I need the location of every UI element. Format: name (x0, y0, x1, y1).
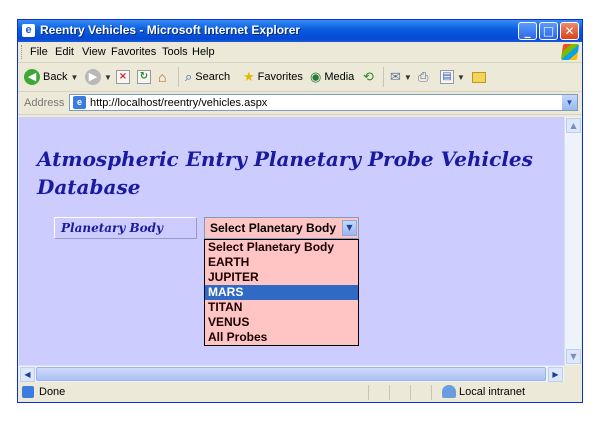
menu-file[interactable]: File (30, 46, 48, 58)
maximize-button[interactable]: □ (539, 22, 558, 40)
search-icon: ⌕ (185, 69, 193, 84)
star-icon: ★ (243, 69, 255, 84)
back-dropdown-icon[interactable]: ▼ (70, 73, 78, 82)
messenger-button[interactable] (472, 68, 486, 86)
search-label: Search (195, 71, 231, 83)
option-mars[interactable]: MARS (205, 285, 358, 300)
favorites-label: Favorites (257, 71, 303, 83)
menu-edit[interactable]: Edit (55, 46, 74, 58)
media-button[interactable]: ◉ Media (310, 68, 354, 86)
standard-toolbar: ◀ Back ▼ ▶ ▼ × ↻ ⌂ ⌕ Search ★ Favorites … (18, 63, 582, 92)
forward-button[interactable]: ▶ ▼ (85, 68, 112, 86)
history-icon: ⟲ (363, 69, 374, 84)
menu-tools[interactable]: Tools (162, 46, 188, 58)
media-label: Media (324, 71, 355, 83)
planetary-body-label: Planetary Body (54, 217, 197, 239)
menu-help[interactable]: Help (192, 46, 215, 58)
search-button[interactable]: ⌕ Search (185, 68, 230, 86)
page-icon: e (73, 96, 86, 109)
edit-button[interactable]: ▤ ▼ (440, 68, 465, 86)
intranet-zone-icon (442, 385, 456, 398)
page-content: Atmospheric Entry Planetary Probe Vehicl… (19, 117, 564, 365)
security-zone-label: Local intranet (459, 386, 526, 398)
mail-icon: ✉ (390, 69, 401, 84)
scroll-left-icon[interactable]: ◀ (20, 367, 35, 382)
home-icon: ⌂ (158, 69, 167, 85)
print-icon: ⎙ (418, 69, 429, 84)
history-button[interactable]: ⟲ (363, 68, 374, 86)
status-text: Done (39, 386, 66, 398)
edit-icon: ▤ (440, 70, 454, 84)
toolbar-separator (383, 67, 384, 87)
scrollbar-corner (564, 365, 581, 382)
minimize-button[interactable]: _ (518, 22, 537, 40)
mail-button[interactable]: ✉ ▼ (390, 68, 412, 86)
option-select-planetary-body[interactable]: Select Planetary Body (205, 240, 358, 255)
page-heading: Atmospheric Entry Planetary Probe Vehicl… (37, 147, 533, 199)
option-earth[interactable]: EARTH (205, 255, 358, 270)
browser-window: e Reentry Vehicles - Microsoft Internet … (17, 19, 583, 403)
select-value: Select Planetary Body (210, 221, 337, 235)
address-label: Address (24, 97, 65, 109)
scroll-down-icon[interactable]: ▼ (566, 349, 581, 364)
refresh-button[interactable]: ↻ (137, 68, 151, 86)
horizontal-scrollbar[interactable]: ◀ ▶ (19, 365, 564, 382)
forward-dropdown-icon[interactable]: ▼ (104, 73, 112, 82)
horizontal-scroll-thumb[interactable] (36, 367, 546, 381)
planetary-body-select[interactable]: Select Planetary Body ▼ (204, 217, 359, 239)
menu-bar: File Edit View Favorites Tools Help (18, 42, 582, 63)
address-bar: Address e http://localhost/reentry/vehic… (18, 92, 582, 115)
folder-icon (472, 71, 486, 83)
scroll-right-icon[interactable]: ▶ (548, 367, 563, 382)
ie-logo-icon: e (22, 24, 35, 37)
back-label: Back (43, 71, 68, 83)
vertical-scrollbar[interactable]: ▲ ▼ (564, 117, 581, 365)
back-button[interactable]: ◀ Back ▼ (24, 68, 78, 86)
filter-row: Planetary Body Select Planetary Body ▼ (54, 217, 359, 239)
stop-icon: × (116, 70, 130, 84)
option-jupiter[interactable]: JUPITER (205, 270, 358, 285)
address-input[interactable]: e http://localhost/reentry/vehicles.aspx… (69, 94, 578, 111)
address-dropdown-icon[interactable]: ▼ (562, 95, 577, 110)
edit-dropdown-icon[interactable]: ▼ (457, 73, 465, 82)
stop-button[interactable]: × (116, 68, 130, 86)
toolbar-grip[interactable] (21, 45, 24, 59)
scroll-up-icon[interactable]: ▲ (566, 118, 581, 133)
window-title: Reentry Vehicles - Microsoft Internet Ex… (40, 23, 301, 37)
mail-dropdown-icon[interactable]: ▼ (404, 73, 412, 82)
option-venus[interactable]: VENUS (205, 315, 358, 330)
title-bar[interactable]: e Reentry Vehicles - Microsoft Internet … (18, 20, 582, 42)
option-all-probes[interactable]: All Probes (205, 330, 358, 345)
address-url[interactable]: http://localhost/reentry/vehicles.aspx (90, 97, 267, 109)
menu-favorites[interactable]: Favorites (111, 46, 156, 58)
menu-view[interactable]: View (82, 46, 106, 58)
forward-arrow-icon: ▶ (85, 69, 101, 85)
option-titan[interactable]: TITAN (205, 300, 358, 315)
refresh-icon: ↻ (137, 70, 151, 84)
windows-logo-icon (560, 44, 580, 60)
status-bar: Done Local intranet (18, 383, 582, 402)
home-button[interactable]: ⌂ (158, 68, 166, 86)
planetary-body-options: Select Planetary Body EARTH JUPITER MARS… (204, 239, 359, 346)
select-dropdown-icon[interactable]: ▼ (342, 220, 357, 236)
back-arrow-icon: ◀ (24, 69, 40, 85)
page-done-icon (22, 386, 34, 398)
print-button[interactable]: ⎙ (418, 68, 428, 86)
close-button[interactable]: ✕ (560, 22, 579, 40)
favorites-button[interactable]: ★ Favorites (243, 68, 303, 86)
toolbar-separator (178, 67, 179, 87)
media-icon: ◉ (310, 69, 322, 84)
